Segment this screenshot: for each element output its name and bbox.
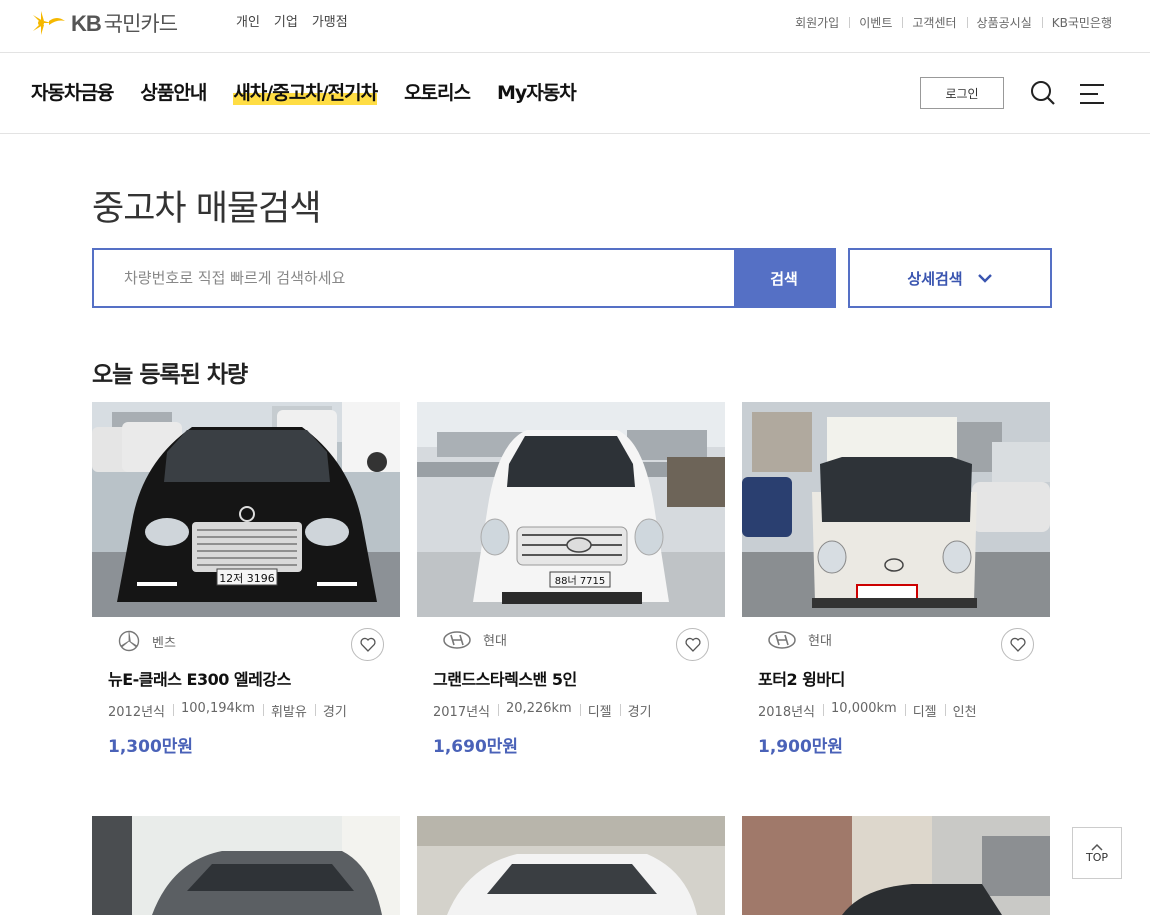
brand-row: 벤츠 [118,630,176,652]
car-photo[interactable] [417,816,725,915]
page-title: 중고차 매물검색 [92,189,322,229]
top-label: TOP [1085,850,1108,864]
favorite-button[interactable] [351,628,384,661]
plate-search-box: 검색 [92,248,836,308]
product-disclosure-link[interactable]: 상품공시실 [966,14,1042,31]
main-navigation: 자동차금융 상품안내 새차/중고차/전기차 오토리스 My자동차 로그인 [0,53,1150,134]
car-specs: 2017년식 20,226km 디젤 경기 [433,701,660,720]
heart-icon [1009,637,1026,652]
gnb-menu: 자동차금융 상품안내 새차/중고차/전기차 오토리스 My자동차 [31,78,603,105]
spec-region: 경기 [619,701,660,720]
nav-my-car[interactable]: My자동차 [497,78,577,105]
spec-region: 인천 [944,701,985,720]
scroll-top-button[interactable]: TOP [1072,827,1122,879]
segment-merchant[interactable]: 가맹점 [312,11,348,30]
nav-car-finance[interactable]: 자동차금융 [31,78,114,105]
car-card[interactable]: 12저 3196 벤츠 뉴E-클래스 E300 엘레강스 2012년식 100,… [92,402,400,762]
spec-mileage: 10,000km [823,701,905,720]
search-button[interactable]: 검색 [734,250,834,306]
search-icon[interactable] [1030,80,1056,106]
segment-tabs: 개인 기업 가맹점 [236,11,348,30]
spec-region: 경기 [314,701,355,720]
utility-links: 회원가입 이벤트 고객센터 상품공시실 KB국민은행 [785,14,1112,31]
license-plate: 88너 7715 [555,575,606,587]
mercedes-logo-icon [118,630,140,652]
chevron-up-icon [1091,843,1103,851]
car-photo[interactable] [92,816,400,915]
brand-name: 현대 [483,634,507,649]
event-link[interactable]: 이벤트 [849,14,902,31]
car-photo[interactable] [742,816,1050,915]
favorite-button[interactable] [1001,628,1034,661]
kb-bank-link[interactable]: KB국민은행 [1041,14,1112,31]
spec-mileage: 100,194km [173,701,263,720]
car-name[interactable]: 그랜드스타렉스밴 5인 [433,666,577,690]
brand-row: 현대 [768,630,832,649]
car-price: 1,900만원 [758,737,844,757]
car-specs: 2018년식 10,000km 디젤 인천 [758,701,985,720]
segment-business[interactable]: 기업 [274,11,298,30]
license-plate: 12저 3196 [219,572,275,585]
brand-row: 현대 [443,630,507,649]
kb-card-logo[interactable]: KB 국민카드 [31,8,178,38]
car-specs: 2012년식 100,194km 휘발유 경기 [108,701,355,720]
spec-year: 2012년식 [108,705,166,720]
spec-fuel: 디젤 [579,701,620,720]
car-name[interactable]: 뉴E-클래스 E300 엘레강스 [108,666,291,690]
spec-year: 2017년식 [433,705,491,720]
car-name[interactable]: 포터2 윙바디 [758,666,845,690]
favorite-button[interactable] [676,628,709,661]
car-photo[interactable]: 12저 3196 [92,402,400,617]
brand-name: 벤츠 [152,635,176,651]
nav-product-info[interactable]: 상품안내 [140,78,207,105]
login-button[interactable]: 로그인 [920,77,1004,109]
plate-search-input[interactable] [94,250,734,306]
spec-year: 2018년식 [758,705,816,720]
car-photo[interactable] [742,402,1050,617]
spec-mileage: 20,226km [498,701,580,720]
signup-link[interactable]: 회원가입 [785,14,849,31]
spec-fuel: 휘발유 [262,701,315,720]
car-price: 1,690만원 [433,737,519,757]
nav-auto-lease[interactable]: 오토리스 [404,78,471,105]
logo-korean: 국민카드 [103,12,178,36]
car-price: 1,300만원 [108,737,194,757]
nav-new-used-ev[interactable]: 새차/중고차/전기차 [233,78,378,105]
section-title: 오늘 등록된 차량 [92,362,248,388]
detail-search-label: 상세검색 [907,269,963,288]
hyundai-logo-icon [443,630,471,649]
chevron-down-icon [977,274,992,283]
detail-search-button[interactable]: 상세검색 [848,248,1052,308]
top-utility-bar: KB 국민카드 개인 기업 가맹점 회원가입 이벤트 고객센터 상품공시실 KB국… [0,0,1150,53]
heart-icon [359,637,376,652]
menu-icon[interactable] [1080,83,1106,105]
kb-star-icon [33,11,65,35]
car-card[interactable]: 88너 7715 현대 그랜드스타렉스밴 5인 2017년식 20,226km … [417,402,725,762]
heart-icon [684,637,701,652]
car-card[interactable]: 현대 포터2 윙바디 2018년식 10,000km 디젤 인천 1,900만원 [742,402,1050,762]
hyundai-logo-icon [768,630,796,649]
car-photo[interactable]: 88너 7715 [417,402,725,617]
brand-name: 현대 [808,634,832,649]
segment-personal[interactable]: 개인 [236,11,260,30]
customer-center-link[interactable]: 고객센터 [902,14,966,31]
logo-latin: KB [71,11,102,36]
spec-fuel: 디젤 [904,701,945,720]
